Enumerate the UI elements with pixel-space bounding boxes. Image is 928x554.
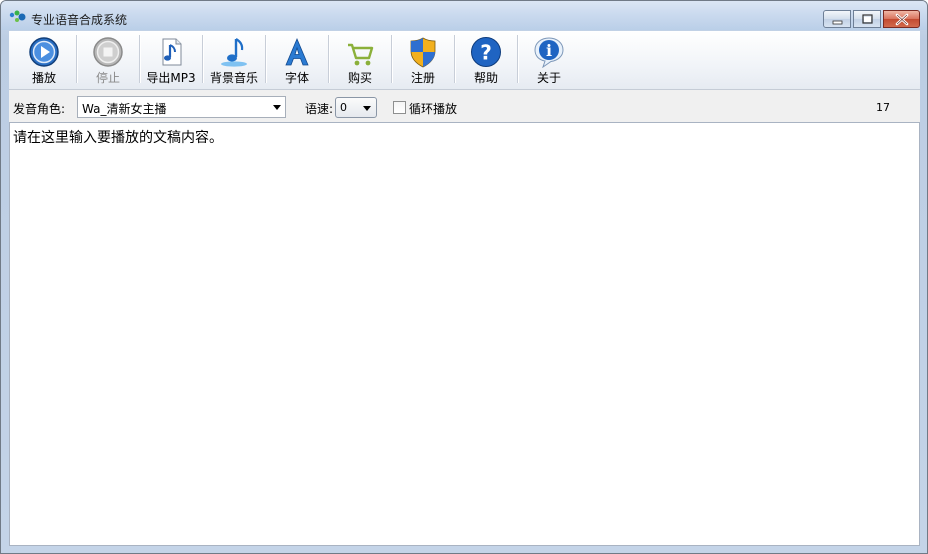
buy-label: 购买 [347,71,372,85]
toolbar: 播放 停止 导出MP3 背景音乐 字体 购买 注册 ? 帮助 i 关于 [9,31,920,90]
background-music-label: 背景音乐 [209,71,258,85]
title-bar: 专业语音合成系统 [1,1,927,30]
chevron-down-icon [363,106,371,111]
svg-text:i: i [546,41,552,60]
chevron-down-icon [273,105,281,110]
export-mp3-label: 导出MP3 [146,71,196,85]
help-icon: ? [471,37,501,67]
minimize-button[interactable] [823,10,851,28]
help-button[interactable]: ? 帮助 [455,33,517,87]
svg-text:?: ? [480,41,492,65]
about-label: 关于 [536,71,561,85]
maximize-button[interactable] [853,10,881,28]
restore-icon [862,14,873,24]
loop-label[interactable]: 循环播放 [409,100,457,117]
play-label: 播放 [31,71,56,85]
help-label: 帮助 [473,71,498,85]
app-logo-icon [9,10,26,22]
text-editor[interactable]: 请在这里输入要播放的文稿内容。 [9,122,920,546]
about-button[interactable]: i 关于 [518,33,580,87]
export-mp3-button[interactable]: 导出MP3 [140,33,202,87]
close-icon [895,13,909,26]
speed-label: 语速: [305,102,334,116]
font-label: 字体 [284,71,309,85]
info-icon: i [534,37,564,68]
loop-checkbox[interactable] [393,101,406,114]
export-mp3-icon [162,38,182,66]
window-title: 专业语音合成系统 [31,13,128,27]
close-button[interactable] [883,10,920,28]
voice-value: Wa_清新女主播 [82,102,167,116]
music-note-icon [221,38,247,67]
char-count: 17 [876,101,890,114]
minimize-icon [832,20,843,25]
options-bar: 发音角色: Wa_清新女主播 语速: 0 循环播放 17 [9,90,920,122]
speed-value: 0 [340,101,347,114]
buy-button[interactable]: 购买 [329,33,391,87]
shield-icon [410,37,436,68]
voice-label: 发音角色: [13,102,66,116]
voice-select[interactable]: Wa_清新女主播 [77,96,286,118]
stop-icon [93,37,123,67]
app-window: 专业语音合成系统 播放 停止 导出MP3 背景音乐 字体 购买 注册 ? 帮助 … [0,0,928,554]
speed-select[interactable]: 0 [335,97,377,118]
register-button[interactable]: 注册 [392,33,454,87]
cart-icon [348,43,374,66]
register-label: 注册 [410,71,435,85]
font-button[interactable]: 字体 [266,33,328,87]
play-button[interactable]: 播放 [13,33,75,87]
play-icon [29,37,59,67]
editor-text[interactable]: 请在这里输入要播放的文稿内容。 [13,127,223,147]
background-music-button[interactable]: 背景音乐 [203,33,265,87]
stop-label: 停止 [95,71,120,85]
stop-button[interactable]: 停止 [77,33,139,87]
font-icon [285,37,309,66]
